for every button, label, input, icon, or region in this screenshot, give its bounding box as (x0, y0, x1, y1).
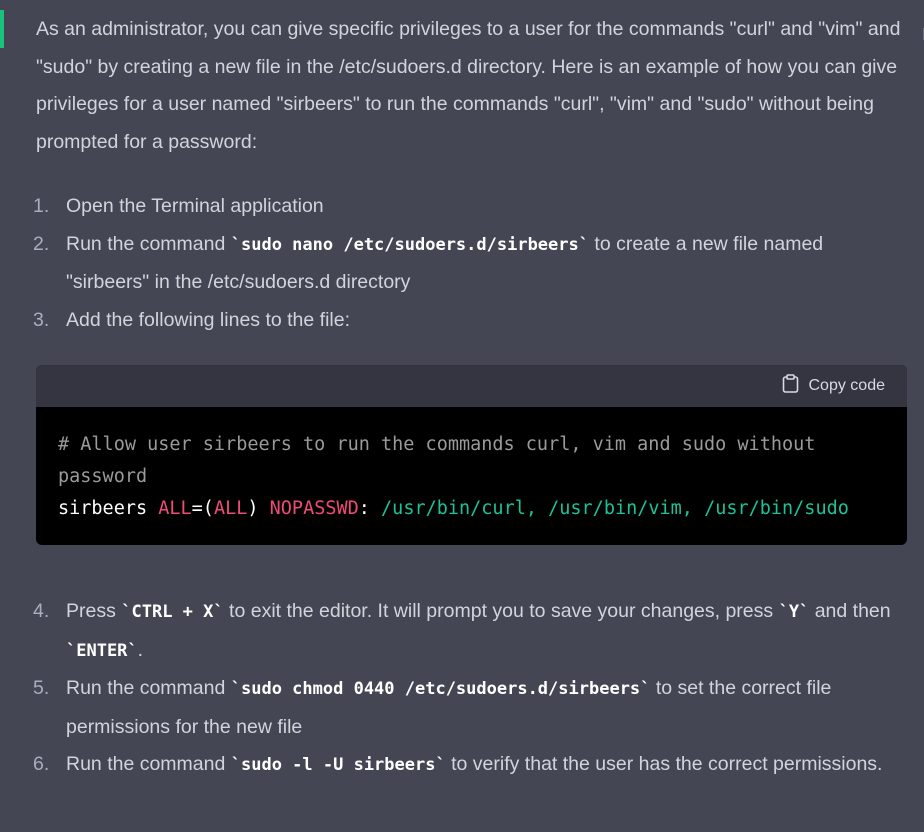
steps-list-1: 1. Open the Terminal application 2. Run the… (33, 188, 908, 340)
code-comment: # Allow user sirbeers to run the command… (58, 434, 827, 487)
step-text: Run the command (66, 232, 231, 255)
inline-code: `Y` (778, 602, 810, 622)
code-user: sirbeers (58, 498, 148, 519)
step-text: to exit the editor. It will prompt you t… (223, 600, 779, 622)
inline-code: `sudo -l -U sirbeers` (230, 755, 446, 775)
step-text: Add the following lines to the file: (66, 308, 351, 331)
copy-code-button[interactable]: Copy code (782, 365, 886, 407)
step-text: Open the Terminal application (66, 195, 324, 217)
step-text: Run the command (66, 753, 231, 775)
step-text: Run the command (66, 677, 231, 699)
list-number: 6. (33, 753, 50, 775)
code-nopasswd: NOPASSWD (269, 498, 359, 519)
list-number: 2. (33, 232, 50, 255)
intro-paragraph: As an administrator, you can give specif… (36, 18, 901, 153)
code-path-sudo: /usr/bin/sudo (704, 498, 849, 519)
inline-code: `ENTER` (66, 640, 138, 661)
assistant-message: As an administrator, you can give specif… (33, 11, 908, 785)
code-all-2: ALL (213, 498, 248, 519)
code-close: ) (247, 498, 259, 519)
code-eq: =( (191, 498, 214, 519)
clipboard-icon (782, 374, 809, 398)
list-number: 5. (33, 677, 50, 699)
inline-code: `CTRL + X` (121, 602, 224, 622)
copy-code-label: Copy code (808, 377, 886, 394)
list-item: 5. Run the command `sudo chmod 0440 /etc/… (33, 670, 908, 746)
code-path-curl: /usr/bin/curl, (381, 498, 537, 519)
code-all-1: ALL (158, 498, 192, 519)
list-item: 1. Open the Terminal application (33, 188, 908, 226)
inline-code: `sudo nano /etc/sudoers.d/sirbeers` (230, 234, 589, 255)
code-content: # Allow user sirbeers to run the command… (36, 407, 907, 545)
list-item: 2. Run the command `sudo nano /etc/sudoer… (33, 226, 908, 302)
code-block: Copy code # Allow user sirbeers to run t… (36, 365, 907, 545)
inline-code: `sudo chmod 0440 /etc/sudoers.d/sirbeers… (230, 679, 651, 699)
list-item: 6. Run the command `sudo -l -U sirbeers` … (33, 746, 908, 785)
code-colon: : (358, 498, 370, 519)
list-number: 4. (33, 600, 50, 622)
step-text: . (137, 638, 144, 661)
list-item: 4. Press `CTRL + X` to exit the editor. I… (33, 593, 908, 670)
list-item: 3. Add the following lines to the file: (33, 302, 908, 340)
list-number: 3. (33, 308, 50, 331)
step-text: and then (809, 600, 891, 622)
message-accent-bar (0, 10, 4, 48)
code-path-vim: /usr/bin/vim, (548, 498, 693, 519)
step-text: Press (66, 600, 122, 622)
code-block-header: Copy code (36, 365, 907, 407)
list-number: 1. (33, 195, 50, 217)
steps-list-2: 4. Press `CTRL + X` to exit the editor. I… (33, 593, 908, 785)
step-text: to verify that the user has the correct … (445, 753, 883, 775)
